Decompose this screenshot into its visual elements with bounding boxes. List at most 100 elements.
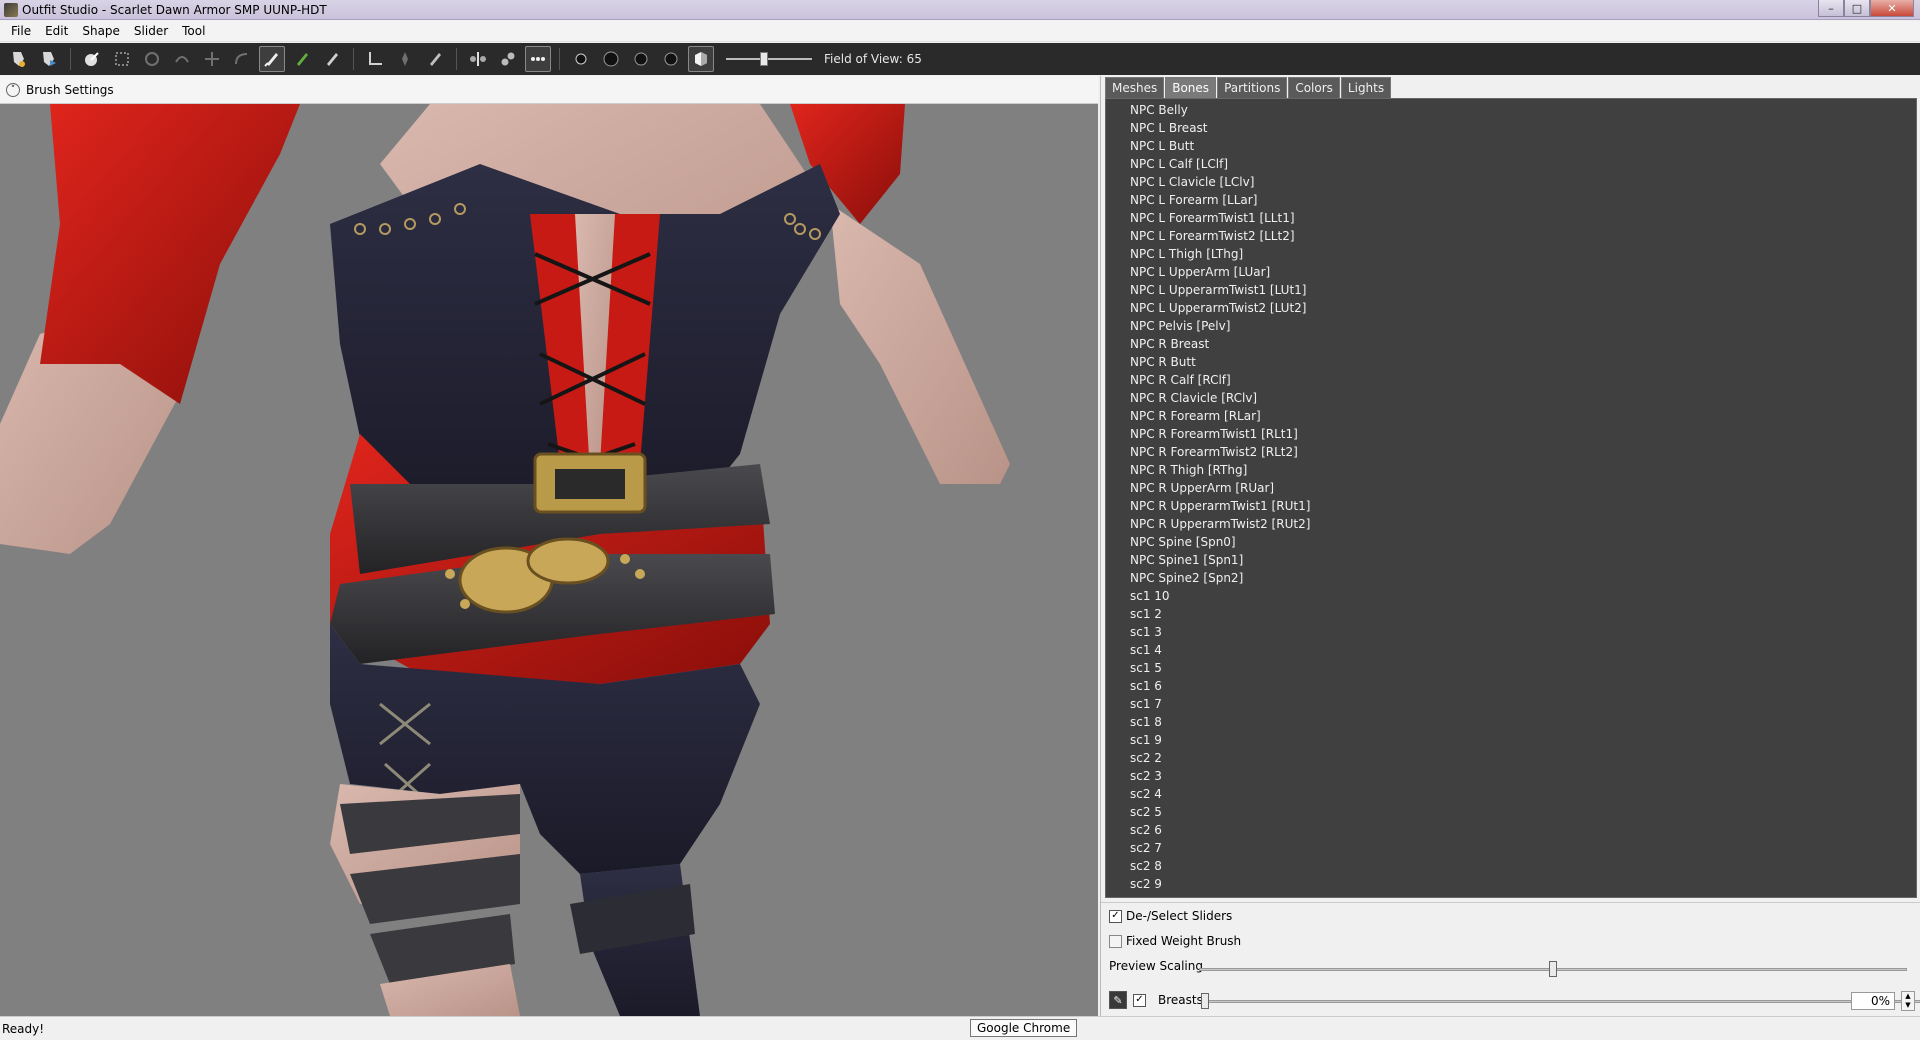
- bone-list-item[interactable]: NPC L ForearmTwist2 [LLt2]: [1106, 227, 1916, 245]
- slider-thumb[interactable]: [1549, 961, 1557, 977]
- move-brush-icon[interactable]: [199, 46, 225, 72]
- chevron-down-icon[interactable]: ˅: [6, 82, 20, 97]
- spin-down-icon[interactable]: ▼: [1902, 1001, 1914, 1010]
- bone-list-item[interactable]: sc1 4: [1106, 641, 1916, 659]
- tab-partitions[interactable]: Partitions: [1217, 77, 1288, 98]
- bone-list-item[interactable]: sc1 8: [1106, 713, 1916, 731]
- breasts-slider[interactable]: [1201, 993, 1920, 1009]
- transform-tool-icon[interactable]: [362, 46, 388, 72]
- bone-list-item[interactable]: NPC R Calf [RClf]: [1106, 371, 1916, 389]
- bone-list-item[interactable]: NPC Spine1 [Spn1]: [1106, 551, 1916, 569]
- minimize-button[interactable]: –: [1818, 0, 1844, 17]
- bone-list-item[interactable]: NPC L Forearm [LLar]: [1106, 191, 1916, 209]
- bone-list-item[interactable]: sc1 9: [1106, 731, 1916, 749]
- bone-list-item[interactable]: NPC L UpperarmTwist2 [LUt2]: [1106, 299, 1916, 317]
- mask-brush-icon[interactable]: [109, 46, 135, 72]
- alpha-brush-icon[interactable]: [319, 46, 345, 72]
- bone-list-item[interactable]: NPC R UpperArm [RUar]: [1106, 479, 1916, 497]
- fixed-weight-brush-checkbox[interactable]: [1109, 934, 1122, 948]
- bone-list-item[interactable]: sc1 7: [1106, 695, 1916, 713]
- render-lighting-icon[interactable]: [628, 46, 654, 72]
- bone-list-item[interactable]: NPC R Clavicle [RClv]: [1106, 389, 1916, 407]
- render-textures-icon[interactable]: [658, 46, 684, 72]
- smooth-brush-icon[interactable]: [229, 46, 255, 72]
- bone-list-item[interactable]: NPC R UpperarmTwist2 [RUt2]: [1106, 515, 1916, 533]
- bone-list-item[interactable]: NPC Spine [Spn0]: [1106, 533, 1916, 551]
- menu-shape[interactable]: Shape: [75, 24, 127, 38]
- weight-brush-icon[interactable]: [259, 46, 285, 72]
- field-of-view-slider[interactable]: [726, 46, 812, 72]
- spin-buttons[interactable]: ▲ ▼: [1901, 991, 1915, 1011]
- bone-list-item[interactable]: NPC R Thigh [RThg]: [1106, 461, 1916, 479]
- tab-lights[interactable]: Lights: [1340, 77, 1392, 98]
- pivot-tool-icon[interactable]: [392, 46, 418, 72]
- tab-colors[interactable]: Colors: [1288, 77, 1340, 98]
- bone-list-item[interactable]: NPC R ForearmTwist2 [RLt2]: [1106, 443, 1916, 461]
- bone-list-item[interactable]: sc1 3: [1106, 623, 1916, 641]
- bone-list-item[interactable]: NPC R Breast: [1106, 335, 1916, 353]
- bone-list-item[interactable]: sc2 4: [1106, 785, 1916, 803]
- bone-list-item[interactable]: NPC L Breast: [1106, 119, 1916, 137]
- bone-list-item[interactable]: NPC L Butt: [1106, 137, 1916, 155]
- deselect-sliders-checkbox[interactable]: ✓: [1109, 909, 1122, 923]
- spin-up-icon[interactable]: ▲: [1902, 992, 1914, 1001]
- bone-list-item[interactable]: sc1 2: [1106, 605, 1916, 623]
- 3d-viewport[interactable]: [0, 104, 1098, 1016]
- tab-meshes[interactable]: Meshes: [1105, 77, 1165, 98]
- fixed-weight-brush-row[interactable]: Fixed Weight Brush: [1109, 934, 1241, 948]
- render-wireframe-icon[interactable]: [598, 46, 624, 72]
- brush-settings-bar[interactable]: ˅ Brush Settings: [0, 76, 1098, 104]
- menu-slider[interactable]: Slider: [127, 24, 175, 38]
- bone-list-item[interactable]: NPC Belly: [1106, 101, 1916, 119]
- bone-list-item[interactable]: NPC R UpperarmTwist1 [RUt1]: [1106, 497, 1916, 515]
- breasts-value-field[interactable]: 0%: [1851, 992, 1895, 1010]
- select-brush-icon[interactable]: [79, 46, 105, 72]
- bone-list-item[interactable]: NPC R Forearm [RLar]: [1106, 407, 1916, 425]
- menu-file[interactable]: File: [4, 24, 38, 38]
- maximize-button[interactable]: □: [1844, 0, 1870, 17]
- bone-list-item[interactable]: NPC L ForearmTwist1 [LLt1]: [1106, 209, 1916, 227]
- bone-list-item[interactable]: NPC L Clavicle [LClv]: [1106, 173, 1916, 191]
- bones-list[interactable]: NPC Belly NPC L Breast NPC L Butt NPC L Cal…: [1105, 98, 1917, 898]
- tab-bones[interactable]: Bones: [1165, 77, 1217, 98]
- bone-list-item[interactable]: sc2 9: [1106, 875, 1916, 893]
- color-brush-icon[interactable]: [289, 46, 315, 72]
- bone-list-item[interactable]: sc2 7: [1106, 839, 1916, 857]
- bone-list-item[interactable]: NPC L UpperarmTwist1 [LUt1]: [1106, 281, 1916, 299]
- bone-list-item[interactable]: sc2 5: [1106, 803, 1916, 821]
- bone-list-item[interactable]: sc1 5: [1106, 659, 1916, 677]
- bone-list-item[interactable]: sc2 3: [1106, 767, 1916, 785]
- inflate-brush-icon[interactable]: [139, 46, 165, 72]
- menu-edit[interactable]: Edit: [38, 24, 75, 38]
- show-vertices-icon[interactable]: [525, 46, 551, 72]
- bone-list-item[interactable]: NPC Spine2 [Spn2]: [1106, 569, 1916, 587]
- bone-list-item[interactable]: NPC Pelvis [Pelv]: [1106, 317, 1916, 335]
- bone-list-item[interactable]: sc2 6: [1106, 821, 1916, 839]
- deflate-brush-icon[interactable]: [169, 46, 195, 72]
- vertex-edit-icon[interactable]: [422, 46, 448, 72]
- slider-thumb[interactable]: [1201, 993, 1209, 1009]
- render-mask-icon[interactable]: [688, 46, 714, 72]
- bone-list-item[interactable]: NPC L Calf [LClf]: [1106, 155, 1916, 173]
- slider-controls: ✓ De-/Select Sliders Fixed Weight Brush …: [1101, 902, 1920, 1016]
- breasts-slider-checkbox[interactable]: ✓: [1133, 993, 1146, 1007]
- connected-only-icon[interactable]: [495, 46, 521, 72]
- bone-list-item[interactable]: sc1 10: [1106, 587, 1916, 605]
- bone-list-item[interactable]: sc1 6: [1106, 677, 1916, 695]
- preview-scaling-slider[interactable]: [1199, 961, 1907, 977]
- render-points-icon[interactable]: [568, 46, 594, 72]
- close-button[interactable]: ✕: [1870, 0, 1914, 17]
- deselect-sliders-row[interactable]: ✓ De-/Select Sliders: [1109, 909, 1232, 923]
- bone-list-item[interactable]: NPC L UpperArm [LUar]: [1106, 263, 1916, 281]
- bone-list-item[interactable]: NPC R Butt: [1106, 353, 1916, 371]
- new-project-icon[interactable]: [6, 46, 32, 72]
- menu-tool[interactable]: Tool: [175, 24, 212, 38]
- bone-list-item[interactable]: sc2 8: [1106, 857, 1916, 875]
- edit-slider-icon[interactable]: ✎: [1109, 991, 1127, 1009]
- x-mirror-icon[interactable]: [465, 46, 491, 72]
- load-project-icon[interactable]: [36, 46, 62, 72]
- slider-thumb[interactable]: [760, 52, 768, 66]
- bone-list-item[interactable]: NPC L Thigh [LThg]: [1106, 245, 1916, 263]
- bone-list-item[interactable]: sc2 2: [1106, 749, 1916, 767]
- bone-list-item[interactable]: NPC R ForearmTwist1 [RLt1]: [1106, 425, 1916, 443]
